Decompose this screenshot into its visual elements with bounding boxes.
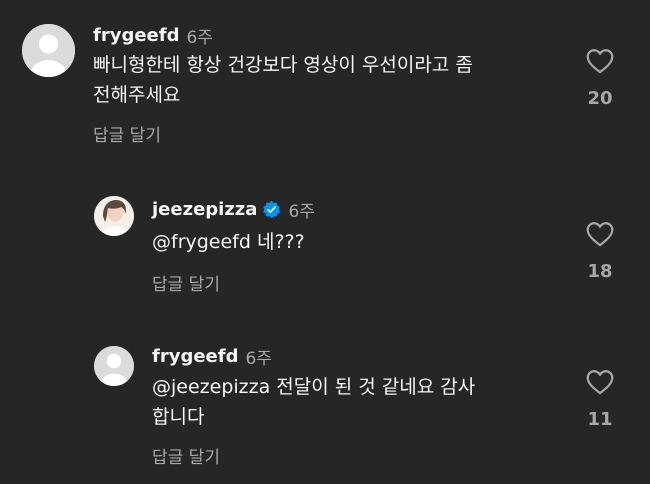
username[interactable]: frygeefd (152, 346, 238, 367)
comment-header: jeezepizza 6주 (152, 197, 315, 222)
profile-photo-icon (94, 196, 134, 236)
timestamp[interactable]: 6주 (288, 197, 314, 222)
comment-text-line: 빠니형한테 항상 건강보다 영상이 우선이라고 좀 (93, 54, 473, 76)
comment-text-line: @frygeefd 네??? (152, 231, 305, 253)
comment-text: @jeezepizza 전달이 된 것 같네요 감사 합니다 (152, 372, 475, 432)
avatar[interactable] (94, 346, 134, 386)
like-area: 20 (580, 48, 620, 109)
verified-badge-icon (262, 200, 281, 219)
heart-outline-icon[interactable] (586, 369, 614, 395)
comment-header: frygeefd 6주 (93, 23, 213, 48)
comment-text-line: @jeezepizza 전달이 된 것 같네요 감사 (152, 376, 476, 398)
timestamp[interactable]: 6주 (245, 344, 271, 369)
like-count: 18 (587, 261, 613, 282)
heart-outline-icon[interactable] (586, 48, 614, 74)
username[interactable]: jeezepizza (152, 199, 257, 220)
comment-header: frygeefd 6주 (152, 344, 272, 369)
username[interactable]: frygeefd (93, 25, 179, 46)
reply-button[interactable]: 답글 달기 (93, 121, 161, 146)
like-area: 18 (580, 221, 620, 282)
comment-text: 빠니형한테 항상 건강보다 영상이 우선이라고 좀 전해주세요 (93, 50, 473, 110)
like-area: 11 (580, 369, 620, 430)
like-count: 20 (587, 88, 613, 109)
comment-text-line: 합니다 (152, 406, 205, 428)
comment-text-line: 전해주세요 (93, 84, 181, 106)
default-avatar-icon (94, 346, 134, 386)
avatar[interactable] (22, 24, 75, 77)
like-count: 11 (587, 409, 613, 430)
reply-button[interactable]: 답글 달기 (152, 270, 220, 295)
heart-outline-icon[interactable] (586, 221, 614, 247)
default-avatar-icon (22, 24, 75, 77)
avatar[interactable] (94, 196, 134, 236)
reply-button[interactable]: 답글 달기 (152, 443, 220, 468)
timestamp[interactable]: 6주 (186, 23, 212, 48)
comment-text: @frygeefd 네??? (152, 227, 305, 257)
